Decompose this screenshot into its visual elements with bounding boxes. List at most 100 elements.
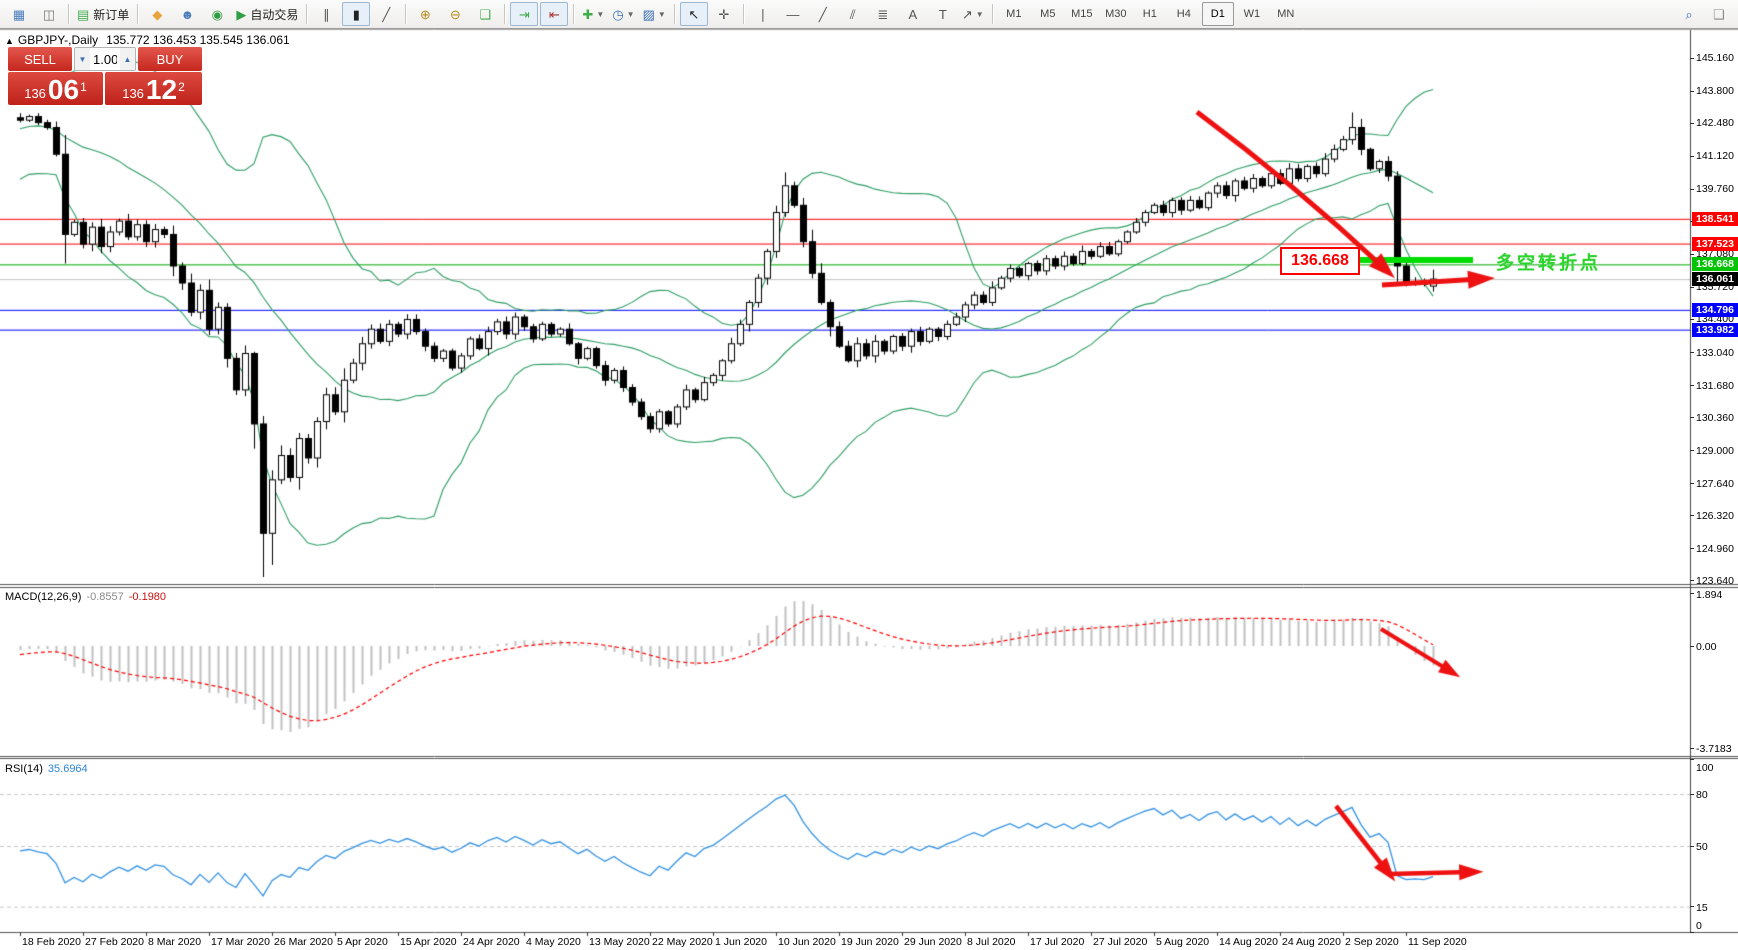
collapse-trade-panel-icon[interactable]: ▲ bbox=[5, 36, 14, 46]
rsi-scale-label: 80 bbox=[1696, 789, 1708, 801]
chart-shift-icon: ⇤ bbox=[548, 6, 560, 22]
macd-main-value: -0.8557 bbox=[86, 591, 124, 603]
line-chart-icon[interactable]: ╱ bbox=[372, 2, 400, 26]
search-icon[interactable]: ⌕ bbox=[1675, 2, 1703, 26]
market-watch-icon: ◆ bbox=[152, 6, 163, 22]
macd-signal-value: -0.1980 bbox=[128, 591, 167, 603]
crosshair-icon[interactable]: ✛ bbox=[710, 2, 738, 26]
trend-line-icon[interactable]: ╱ bbox=[809, 2, 837, 26]
rsi-axis-tick bbox=[1690, 845, 1694, 847]
rsi-axis-tick bbox=[1690, 758, 1694, 760]
auto-trading-button[interactable]: ▶ 自动交易 bbox=[233, 2, 301, 26]
date-label: 27 Feb 2020 bbox=[85, 936, 144, 948]
current-price-tag: 136.061 bbox=[1692, 272, 1738, 287]
bar-chart-icon[interactable]: ∥ bbox=[312, 2, 340, 26]
date-label: 29 Jun 2020 bbox=[904, 936, 962, 948]
timeframe-h1[interactable]: H1 bbox=[1134, 2, 1166, 26]
timeframe-mn[interactable]: MN bbox=[1270, 2, 1302, 26]
macd-scale-label: -3.7183 bbox=[1696, 743, 1732, 755]
price-level-tag: 133.982 bbox=[1692, 322, 1738, 337]
timeframe-m30[interactable]: M30 bbox=[1100, 2, 1132, 26]
indicators-icon[interactable]: ✚ ▼ bbox=[579, 2, 607, 26]
timeframe-h4[interactable]: H4 bbox=[1168, 2, 1200, 26]
timeframe-d1[interactable]: D1 bbox=[1201, 2, 1234, 26]
price-tick-label: 129.000 bbox=[1696, 444, 1734, 457]
search-icon: ⌕ bbox=[1685, 6, 1693, 22]
data-window-icon[interactable]: ☻ bbox=[173, 2, 201, 26]
volume-increase-button[interactable]: ▲ bbox=[120, 48, 135, 70]
date-label: 8 Jul 2020 bbox=[967, 936, 1016, 948]
data-window-icon: ☻ bbox=[180, 6, 195, 22]
buy-button[interactable]: BUY bbox=[138, 47, 202, 71]
toolbar-right-icons: ⌕ ❑ bbox=[1674, 2, 1734, 26]
toolbar-group: ∣ ― ╱ ⫽ ≣ A T ↗ ▼ bbox=[748, 0, 988, 28]
price-tick-label: 142.480 bbox=[1696, 117, 1734, 130]
strategy-tester-icon[interactable]: ◉ bbox=[203, 2, 231, 26]
macd-indicator-label: MACD(12,26,9) -0.8557 -0.1980 bbox=[5, 591, 167, 603]
chart-canvas[interactable] bbox=[0, 0, 1738, 950]
fibonacci-icon[interactable]: ≣ bbox=[869, 2, 897, 26]
market-watch-icon[interactable]: ◆ bbox=[143, 2, 171, 26]
new-order-button[interactable]: ▤ 新订单 bbox=[74, 2, 132, 26]
buy-price[interactable]: 136 12 2 bbox=[105, 72, 202, 105]
arrows-icon[interactable]: ↗ ▼ bbox=[959, 2, 987, 26]
timeframe-m1[interactable]: M1 bbox=[998, 2, 1030, 26]
volume-input[interactable] bbox=[90, 48, 120, 70]
date-label: 13 May 2020 bbox=[589, 936, 650, 948]
price-annotation-label[interactable]: 136.668 bbox=[1280, 247, 1360, 275]
sell-button[interactable]: SELL bbox=[8, 47, 72, 71]
rsi-axis-tick bbox=[1690, 793, 1694, 795]
sell-price-pips: 06 bbox=[47, 74, 80, 105]
new-chart-icon[interactable]: ▦ bbox=[5, 2, 33, 26]
toolbar-separator bbox=[673, 4, 675, 24]
price-axis-tick bbox=[1690, 450, 1694, 452]
toolbar-separator bbox=[306, 4, 308, 24]
zoom-out-icon[interactable]: ⊖ bbox=[441, 2, 469, 26]
date-label: 17 Mar 2020 bbox=[211, 936, 270, 948]
line-chart-icon: ╱ bbox=[382, 6, 391, 22]
text-label-icon[interactable]: T bbox=[929, 2, 957, 26]
channel-icon: ⫽ bbox=[849, 6, 856, 22]
price-tick-label: 130.360 bbox=[1696, 411, 1734, 424]
vertical-line-icon[interactable]: ∣ bbox=[749, 2, 777, 26]
templates-icon[interactable]: ▨ ▼ bbox=[640, 2, 669, 26]
cursor-icon[interactable]: ↖ bbox=[679, 2, 708, 26]
price-tick-label: 133.040 bbox=[1696, 346, 1734, 359]
channel-icon[interactable]: ⫽ bbox=[839, 2, 867, 26]
toolbar: ▦ ◫ ▤ 新订单 ◆ ☻ ◉ ▶ 自动交易 ∥ ▮ ╱ ⊕ ⊖ ❏ ⇥ ⇤ ✚ ▼ ◷ ▼ ▨ ▼ ↖ ✛ ∣ ― ╱ ⫽ ≣ A T ↗ ▼ M… bbox=[0, 0, 1738, 29]
tile-windows-icon[interactable]: ❏ bbox=[471, 2, 499, 26]
candle-chart-icon[interactable]: ▮ bbox=[342, 2, 371, 26]
price-axis-tick bbox=[1690, 57, 1694, 59]
timeframe-m15[interactable]: M15 bbox=[1066, 2, 1098, 26]
price-level-tag: 134.796 bbox=[1692, 302, 1738, 317]
community-icon: ❑ bbox=[1713, 6, 1725, 22]
date-label: 4 May 2020 bbox=[526, 936, 581, 948]
periods-icon[interactable]: ◷ ▼ bbox=[609, 2, 637, 26]
community-icon[interactable]: ❑ bbox=[1705, 2, 1733, 26]
annotation-text[interactable]: 多空转折点 bbox=[1496, 249, 1601, 275]
zoom-in-icon: ⊕ bbox=[419, 6, 431, 22]
date-label: 5 Apr 2020 bbox=[337, 936, 388, 948]
horizontal-line-icon[interactable]: ― bbox=[779, 2, 807, 26]
timeframe-w1[interactable]: W1 bbox=[1236, 2, 1268, 26]
date-label: 24 Aug 2020 bbox=[1282, 936, 1341, 948]
macd-axis-tick bbox=[1690, 748, 1694, 750]
zoom-in-icon[interactable]: ⊕ bbox=[411, 2, 439, 26]
chevron-down-icon: ▼ bbox=[657, 9, 666, 19]
date-label: 18 Feb 2020 bbox=[22, 936, 81, 948]
price-level-tag: 136.668 bbox=[1692, 257, 1738, 272]
timeframe-m5[interactable]: M5 bbox=[1032, 2, 1064, 26]
date-label: 15 Apr 2020 bbox=[400, 936, 457, 948]
auto-scroll-icon[interactable]: ⇥ bbox=[510, 2, 539, 26]
zoom-out-icon: ⊖ bbox=[449, 6, 461, 22]
toolbar-group: ◆ ☻ ◉ ▶ 自动交易 bbox=[142, 0, 302, 28]
chart-shift-icon[interactable]: ⇤ bbox=[540, 2, 569, 26]
rsi-axis-tick bbox=[1690, 906, 1694, 908]
price-axis-tick bbox=[1690, 385, 1694, 387]
toolbar-separator bbox=[68, 4, 69, 24]
text-icon[interactable]: A bbox=[899, 2, 927, 26]
toolbar-group: ✚ ▼ ◷ ▼ ▨ ▼ bbox=[578, 0, 669, 28]
sell-price[interactable]: 136 06 1 bbox=[8, 72, 103, 105]
profiles-icon[interactable]: ◫ bbox=[35, 2, 63, 26]
volume-decrease-button[interactable]: ▼ bbox=[75, 48, 90, 70]
